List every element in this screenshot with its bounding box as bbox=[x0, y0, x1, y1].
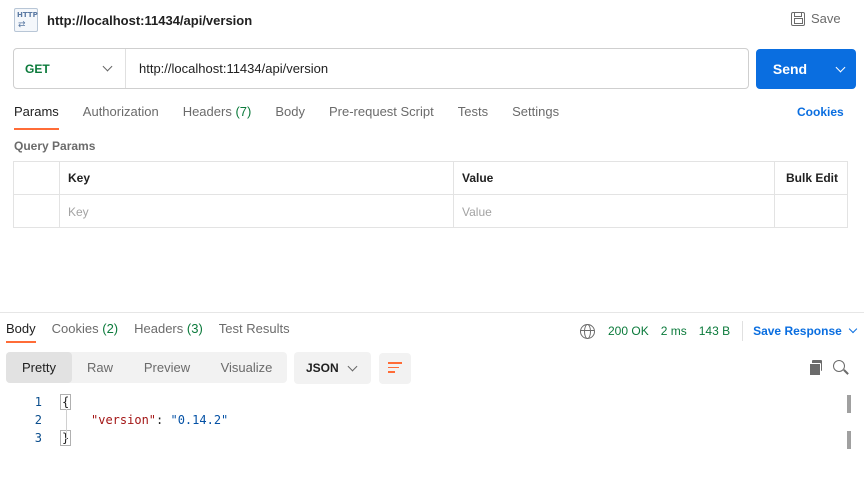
request-tabs: Params Authorization Headers (7) Body Pr… bbox=[14, 104, 583, 130]
line-number: 2 bbox=[34, 413, 42, 427]
response-tabs: Body Cookies (2) Headers (3) Test Result… bbox=[6, 321, 306, 343]
view-mode-visualize[interactable]: Visualize bbox=[206, 352, 287, 383]
bulk-edit-button[interactable]: Bulk Edit bbox=[775, 162, 847, 194]
query-params-label: Query Params bbox=[14, 139, 96, 153]
code-line: 1 { bbox=[0, 394, 840, 413]
request-response-divider[interactable] bbox=[0, 312, 864, 313]
method-select[interactable]: GET bbox=[14, 49, 126, 88]
format-select[interactable]: JSON bbox=[294, 352, 371, 384]
url-bar: GET http://localhost:11434/api/version bbox=[13, 48, 749, 89]
chevron-down-icon bbox=[102, 61, 113, 72]
wrap-lines-icon bbox=[388, 362, 402, 374]
url-input[interactable]: http://localhost:11434/api/version bbox=[126, 61, 328, 76]
save-response-label: Save Response bbox=[753, 324, 842, 338]
http-icon-text: HTTP bbox=[17, 11, 38, 19]
scrollbar-thumb[interactable] bbox=[847, 395, 851, 413]
chevron-down-icon bbox=[347, 361, 358, 371]
table-row: Key Value bbox=[14, 195, 847, 228]
query-params-table: Key Value Bulk Edit Key Value bbox=[13, 161, 848, 228]
send-options-button[interactable] bbox=[824, 49, 856, 89]
request-header: HTTP ⇄ http://localhost:11434/api/versio… bbox=[0, 0, 864, 40]
param-value-input[interactable]: Value bbox=[454, 195, 775, 228]
save-response-button[interactable]: Save Response bbox=[753, 324, 858, 338]
checkbox-column-header bbox=[14, 162, 60, 194]
scrollbar-thumb[interactable] bbox=[847, 431, 851, 449]
tab-params[interactable]: Params bbox=[14, 104, 59, 130]
tab-headers[interactable]: Headers (7) bbox=[183, 104, 252, 130]
table-header-row: Key Value Bulk Edit bbox=[14, 162, 847, 195]
http-request-icon: HTTP ⇄ bbox=[14, 8, 38, 32]
search-icon[interactable] bbox=[833, 360, 845, 372]
tab-count: (7) bbox=[235, 104, 252, 119]
response-time[interactable]: 2 ms bbox=[661, 324, 687, 338]
tab-label: Cookies bbox=[51, 321, 99, 336]
tab-label: Params bbox=[14, 104, 59, 119]
status-code[interactable]: 200 OK bbox=[608, 324, 649, 338]
tab-settings[interactable]: Settings bbox=[512, 104, 559, 130]
globe-icon[interactable] bbox=[580, 323, 595, 339]
tab-label: Settings bbox=[512, 104, 560, 119]
save-button[interactable]: Save bbox=[791, 11, 841, 26]
view-mode-preview[interactable]: Preview bbox=[128, 352, 206, 383]
send-label: Send bbox=[772, 61, 808, 77]
code-text: { bbox=[60, 394, 72, 410]
tab-response-body[interactable]: Body bbox=[6, 321, 36, 343]
view-mode-pretty[interactable]: Pretty bbox=[6, 352, 72, 383]
json-key: "version" bbox=[91, 413, 157, 427]
code-line: 3 } bbox=[0, 430, 840, 449]
tab-response-headers[interactable]: Headers (3) bbox=[134, 321, 203, 343]
key-column-header: Key bbox=[60, 162, 454, 194]
open-brace: { bbox=[60, 394, 72, 410]
response-status-bar: 200 OK 2 ms 143 B Save Response bbox=[580, 321, 858, 341]
json-value: "0.14.2" bbox=[170, 413, 229, 427]
tab-response-cookies[interactable]: Cookies (2) bbox=[52, 321, 118, 343]
line-number: 3 bbox=[34, 431, 42, 445]
swap-arrows-icon: ⇄ bbox=[18, 19, 26, 29]
tab-tests[interactable]: Tests bbox=[458, 104, 488, 130]
save-icon bbox=[791, 11, 805, 26]
tab-body[interactable]: Body bbox=[275, 104, 305, 130]
chevron-down-icon bbox=[848, 324, 858, 334]
code-text: "version": "0.14.2" bbox=[91, 413, 228, 427]
tab-label: Body bbox=[6, 321, 36, 336]
row-actions-cell bbox=[775, 195, 847, 228]
wrap-lines-button[interactable] bbox=[379, 353, 411, 384]
method-label: GET bbox=[25, 61, 50, 76]
tab-label: Headers bbox=[134, 321, 184, 336]
view-mode-raw[interactable]: Raw bbox=[72, 352, 128, 383]
param-key-input[interactable]: Key bbox=[60, 195, 454, 228]
tab-label: Body bbox=[275, 104, 305, 119]
tab-count: (3) bbox=[186, 321, 203, 336]
send-button[interactable]: Send bbox=[756, 49, 856, 89]
chevron-down-icon bbox=[835, 62, 845, 72]
indent-guide bbox=[66, 409, 67, 439]
line-number: 1 bbox=[34, 395, 42, 409]
tab-label: Authorization bbox=[82, 104, 159, 119]
tab-test-results[interactable]: Test Results bbox=[219, 321, 290, 343]
code-line: 2 "version": "0.14.2" bbox=[0, 413, 840, 431]
tab-label: Headers bbox=[182, 104, 232, 119]
json-separator: : bbox=[156, 413, 171, 427]
tab-label: Test Results bbox=[218, 321, 290, 336]
response-view-modes: Pretty Raw Preview Visualize bbox=[6, 352, 287, 383]
tab-pre-request-script[interactable]: Pre-request Script bbox=[329, 104, 434, 130]
tab-label: Tests bbox=[457, 104, 489, 119]
request-title[interactable]: http://localhost:11434/api/version bbox=[47, 13, 252, 28]
copy-icon[interactable] bbox=[809, 360, 822, 376]
row-checkbox-cell bbox=[14, 195, 60, 228]
value-column-header: Value bbox=[454, 162, 775, 194]
format-label: JSON bbox=[306, 361, 339, 375]
tab-label: Pre-request Script bbox=[328, 104, 434, 119]
status-separator bbox=[742, 321, 744, 341]
save-label: Save bbox=[811, 11, 841, 26]
tab-authorization[interactable]: Authorization bbox=[83, 104, 159, 130]
response-size[interactable]: 143 B bbox=[699, 324, 730, 338]
cookies-link[interactable]: Cookies bbox=[797, 105, 844, 119]
tab-count: (2) bbox=[102, 321, 119, 336]
